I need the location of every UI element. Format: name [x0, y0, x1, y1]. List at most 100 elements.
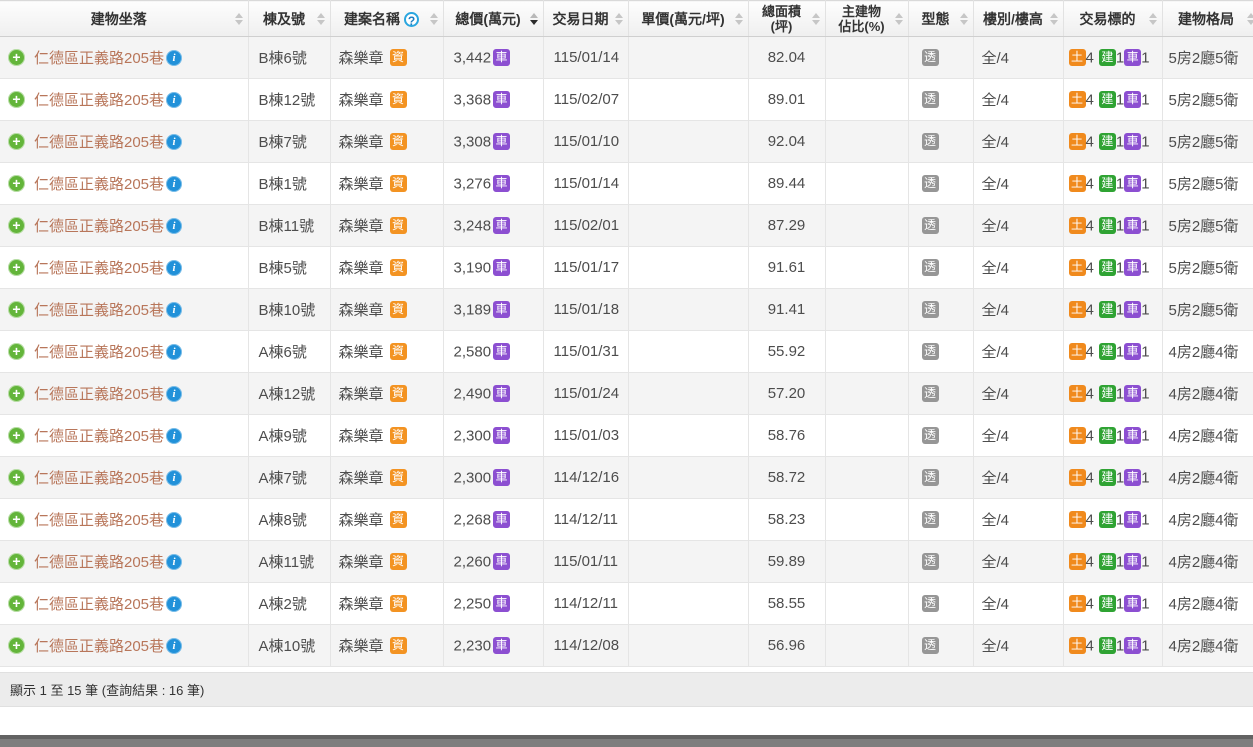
sort-icon	[735, 13, 743, 25]
date-cell: 115/01/18	[543, 289, 628, 331]
total-price-cell: 3,442車	[443, 37, 543, 79]
col-header-project-name[interactable]: 建案名稱?	[330, 1, 443, 37]
info-icon[interactable]: i	[166, 428, 182, 444]
zi-badge: 資	[390, 49, 407, 66]
info-icon[interactable]: i	[166, 134, 182, 150]
col-header-date[interactable]: 交易日期	[543, 1, 628, 37]
expand-row-icon[interactable]: +	[8, 259, 25, 276]
help-icon[interactable]: ?	[404, 12, 419, 27]
area-cell: 91.61	[748, 247, 825, 289]
area-cell: 92.04	[748, 121, 825, 163]
col-header-layout[interactable]: 建物格局	[1162, 1, 1253, 37]
main-ratio-cell	[825, 541, 908, 583]
info-icon[interactable]: i	[166, 344, 182, 360]
car-badge: 車	[493, 49, 510, 66]
address-link[interactable]: 仁德區正義路205巷	[34, 50, 164, 67]
address-link[interactable]: 仁德區正義路205巷	[34, 554, 164, 571]
zi-badge: 資	[390, 469, 407, 486]
expand-row-icon[interactable]: +	[8, 595, 25, 612]
land-badge: 土	[1069, 217, 1086, 234]
project-name-cell: 森樂章資	[330, 163, 443, 205]
col-header-floor[interactable]: 樓別/樓高	[973, 1, 1063, 37]
column-label: 交易日期	[553, 11, 609, 27]
horizontal-scrollbar[interactable]	[0, 735, 1253, 747]
address-link[interactable]: 仁德區正義路205巷	[34, 218, 164, 235]
expand-row-icon[interactable]: +	[8, 133, 25, 150]
info-icon[interactable]: i	[166, 92, 182, 108]
building-no-cell: B棟6號	[248, 37, 330, 79]
address-link[interactable]: 仁德區正義路205巷	[34, 512, 164, 529]
target-cell: 土4建1車1	[1063, 457, 1162, 499]
info-icon[interactable]: i	[166, 50, 182, 66]
expand-row-icon[interactable]: +	[8, 49, 25, 66]
land-count: 4	[1086, 343, 1094, 360]
address-link[interactable]: 仁德區正義路205巷	[34, 596, 164, 613]
project-name-cell: 森樂章資	[330, 499, 443, 541]
zi-badge: 資	[390, 91, 407, 108]
table-row: +仁德區正義路205巷i A棟7號 森樂章資 2,300車 114/12/16 …	[0, 457, 1253, 499]
info-icon[interactable]: i	[166, 218, 182, 234]
address-link[interactable]: 仁德區正義路205巷	[34, 470, 164, 487]
car-count: 1	[1141, 427, 1149, 444]
address-link[interactable]: 仁德區正義路205巷	[34, 134, 164, 151]
main-ratio-cell	[825, 121, 908, 163]
col-header-location[interactable]: 建物坐落	[0, 1, 248, 37]
col-header-type[interactable]: 型態	[908, 1, 973, 37]
sort-icon	[895, 13, 903, 25]
expand-row-icon[interactable]: +	[8, 637, 25, 654]
expand-row-icon[interactable]: +	[8, 217, 25, 234]
col-header-area[interactable]: 總面積(坪)	[748, 1, 825, 37]
total-price: 3,190	[454, 259, 492, 276]
table-row: +仁德區正義路205巷i A棟9號 森樂章資 2,300車 115/01/03 …	[0, 415, 1253, 457]
address-link[interactable]: 仁德區正義路205巷	[34, 386, 164, 403]
address-link[interactable]: 仁德區正義路205巷	[34, 176, 164, 193]
results-summary-bar: 顯示 1 至 15 筆 (查詢結果 : 16 筆)	[0, 672, 1253, 707]
col-header-target[interactable]: 交易標的	[1063, 1, 1162, 37]
info-icon[interactable]: i	[166, 176, 182, 192]
address-link[interactable]: 仁德區正義路205巷	[34, 260, 164, 277]
info-icon[interactable]: i	[166, 302, 182, 318]
info-icon[interactable]: i	[166, 638, 182, 654]
expand-row-icon[interactable]: +	[8, 427, 25, 444]
info-icon[interactable]: i	[166, 260, 182, 276]
expand-row-icon[interactable]: +	[8, 511, 25, 528]
total-price-cell: 2,268車	[443, 499, 543, 541]
total-price: 3,368	[454, 91, 492, 108]
build-count: 1	[1116, 637, 1124, 654]
info-icon[interactable]: i	[166, 386, 182, 402]
info-icon[interactable]: i	[166, 596, 182, 612]
col-header-unit-price[interactable]: 單價(萬元/坪)	[628, 1, 748, 37]
unit-price-cell	[628, 373, 748, 415]
expand-row-icon[interactable]: +	[8, 301, 25, 318]
car-count: 1	[1141, 49, 1149, 66]
address-link[interactable]: 仁德區正義路205巷	[34, 428, 164, 445]
main-ratio-cell	[825, 373, 908, 415]
address-link[interactable]: 仁德區正義路205巷	[34, 344, 164, 361]
col-header-main-ratio[interactable]: 主建物佔比(%)	[825, 1, 908, 37]
expand-row-icon[interactable]: +	[8, 91, 25, 108]
area-cell: 59.89	[748, 541, 825, 583]
area-cell: 87.29	[748, 205, 825, 247]
date-cell: 115/01/14	[543, 37, 628, 79]
col-header-building-no[interactable]: 棟及號	[248, 1, 330, 37]
expand-row-icon[interactable]: +	[8, 175, 25, 192]
info-icon[interactable]: i	[166, 554, 182, 570]
expand-row-icon[interactable]: +	[8, 385, 25, 402]
expand-row-icon[interactable]: +	[8, 343, 25, 360]
target-cell: 土4建1車1	[1063, 247, 1162, 289]
land-badge: 土	[1069, 553, 1086, 570]
type-badge: 透	[922, 175, 939, 192]
expand-row-icon[interactable]: +	[8, 553, 25, 570]
zi-badge: 資	[390, 511, 407, 528]
address-link[interactable]: 仁德區正義路205巷	[34, 302, 164, 319]
car-badge: 車	[493, 175, 510, 192]
expand-row-icon[interactable]: +	[8, 469, 25, 486]
address-link[interactable]: 仁德區正義路205巷	[34, 92, 164, 109]
car-badge: 車	[493, 91, 510, 108]
info-icon[interactable]: i	[166, 512, 182, 528]
col-header-total-price[interactable]: 總價(萬元)	[443, 1, 543, 37]
build-count: 1	[1116, 301, 1124, 318]
total-price-cell: 3,190車	[443, 247, 543, 289]
address-link[interactable]: 仁德區正義路205巷	[34, 638, 164, 655]
info-icon[interactable]: i	[166, 470, 182, 486]
